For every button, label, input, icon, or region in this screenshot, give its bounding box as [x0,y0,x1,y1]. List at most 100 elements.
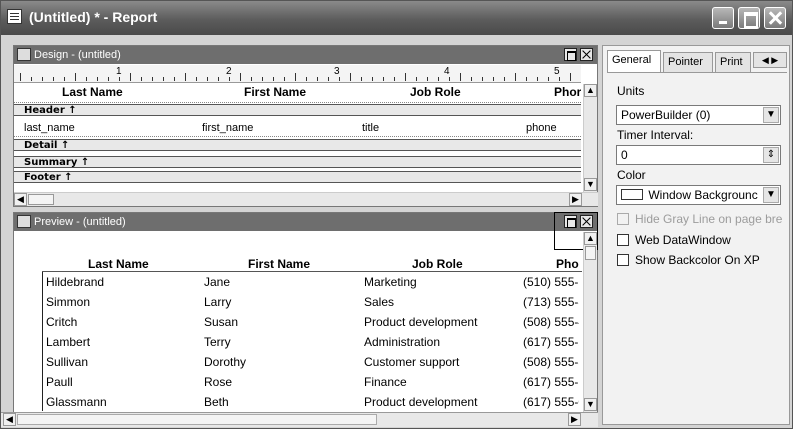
ruler-tick [361,77,362,81]
scroll-left-icon[interactable]: ◀ [3,413,16,426]
table-cell[interactable]: Glassmann [46,395,196,409]
scroll-left-icon[interactable]: ◀ [14,193,27,206]
table-cell[interactable]: Susan [204,315,354,329]
table-cell[interactable]: (508) 555-4! [523,315,579,329]
ruler-tick [526,77,527,81]
design-vertical-scrollbar[interactable]: ▲ ▼ [583,84,597,192]
design-header-phone[interactable]: Phor [554,85,581,99]
table-cell[interactable]: Jane [204,275,354,289]
scroll-thumb[interactable] [28,194,54,205]
preview-pane-icon [17,215,31,228]
header-band-bar[interactable]: Header ↑ [14,104,581,116]
design-header-last-name[interactable]: Last Name [62,85,123,99]
timer-interval-value: 0 [621,148,628,162]
table-cell[interactable]: Larry [204,295,354,309]
scroll-right-icon[interactable]: ▶ [569,193,582,206]
ruler-tick [141,77,142,81]
color-label: Color [617,168,646,182]
table-cell[interactable]: (617) 555-0: [523,395,579,409]
ruler-tick [174,77,175,81]
show-backcolor-xp-label: Show Backcolor On XP [635,253,760,267]
design-field-title[interactable]: title [362,122,379,134]
ruler-tick [64,77,65,81]
design-close-button[interactable] [580,48,593,61]
table-cell[interactable]: Product development [364,315,519,329]
ruler-tick [548,77,549,81]
table-cell[interactable]: Beth [204,395,354,409]
scroll-thumb[interactable] [17,414,377,425]
scroll-down-icon[interactable]: ▼ [584,398,597,411]
hide-gray-line-checkbox[interactable] [617,213,629,225]
preview-pane-title: Preview - (untitled) [34,216,126,228]
table-cell[interactable]: Dorothy [204,355,354,369]
table-cell[interactable]: (510) 555-1: [523,275,579,289]
summary-band-bar[interactable]: Summary ↑ [14,156,581,168]
preview-pane: Preview - (untitled) Last Name First Nam… [13,212,598,425]
tab-print[interactable]: Print [715,52,751,72]
table-cell[interactable]: Hildebrand [46,275,196,289]
ruler-tick [295,73,296,81]
web-datawindow-checkbox[interactable] [617,234,629,246]
table-cell[interactable]: Rose [204,375,354,389]
table-cell[interactable]: Terry [204,335,354,349]
table-cell[interactable]: Marketing [364,275,519,289]
detail-band-bar[interactable]: Detail ↑ [14,139,581,151]
ruler-tick [570,73,571,81]
close-button[interactable] [764,7,786,29]
table-cell[interactable]: (617) 555-6: [523,375,579,389]
ruler-tick [515,73,516,81]
tab-pointer[interactable]: Pointer [663,52,713,72]
table-cell[interactable]: Sullivan [46,355,196,369]
maximize-button[interactable] [738,7,760,29]
design-field-last-name[interactable]: last_name [24,122,75,134]
chevron-down-icon[interactable]: ▼ [763,187,779,203]
design-header-job-role[interactable]: Job Role [410,85,461,99]
scroll-thumb[interactable] [585,246,596,260]
ruler-tick [86,77,87,81]
chevron-down-icon[interactable]: ▼ [763,107,779,123]
table-cell[interactable]: Finance [364,375,519,389]
table-cell[interactable]: Paull [46,375,196,389]
window-menu-icon[interactable] [7,9,22,24]
table-cell[interactable]: Lambert [46,335,196,349]
table-cell[interactable]: Administration [364,335,519,349]
web-datawindow-label: Web DataWindow [635,233,731,247]
table-cell[interactable]: Sales [364,295,519,309]
design-header-first-name[interactable]: First Name [244,85,306,99]
table-cell[interactable]: (508) 555-3! [523,355,579,369]
preview-horizontal-scrollbar[interactable]: ◀ ▶ [1,412,598,427]
color-select[interactable]: Window Backgrounc ▼ [616,185,781,205]
scroll-down-icon[interactable]: ▼ [584,178,597,191]
table-cell[interactable]: Product development [364,395,519,409]
table-cell[interactable]: Simmon [46,295,196,309]
show-backcolor-xp-checkbox[interactable] [617,254,629,266]
design-restore-button[interactable] [564,48,577,61]
ruler-tick [504,77,505,81]
tab-general[interactable]: General [607,50,661,72]
units-value: PowerBuilder (0) [621,108,711,122]
grid-top-border [42,271,582,272]
table-cell[interactable]: (713) 555-8! [523,295,579,309]
design-pane-title: Design - (untitled) [34,49,121,61]
preview-vertical-scrollbar[interactable]: ▲ ▼ [583,232,597,412]
tab-scroll-arrows-icon[interactable]: ◀ ▶ [753,52,787,68]
footer-band-bar[interactable]: Footer ↑ [14,171,581,183]
timer-interval-stepper[interactable]: 0 ⇕ [616,145,781,165]
units-select[interactable]: PowerBuilder (0) ▼ [616,105,781,125]
window-title: (Untitled) * - Report [29,9,158,25]
scroll-right-icon[interactable]: ▶ [568,413,581,426]
scroll-up-icon[interactable]: ▲ [584,84,597,97]
scroll-up-icon[interactable]: ▲ [584,232,597,245]
minimize-button[interactable] [712,7,734,29]
ruler-number: 4 [444,66,450,77]
spin-icon[interactable]: ⇕ [763,147,779,163]
table-cell[interactable]: (617) 555-2: [523,335,579,349]
table-cell[interactable]: Customer support [364,355,519,369]
ruler-number: 2 [226,66,232,77]
design-horizontal-scrollbar[interactable]: ◀ ▶ [14,192,598,206]
ruler-number: 3 [334,66,340,77]
ruler-tick [251,77,252,81]
design-field-phone[interactable]: phone [526,122,557,134]
design-field-first-name[interactable]: first_name [202,122,253,134]
table-cell[interactable]: Critch [46,315,196,329]
